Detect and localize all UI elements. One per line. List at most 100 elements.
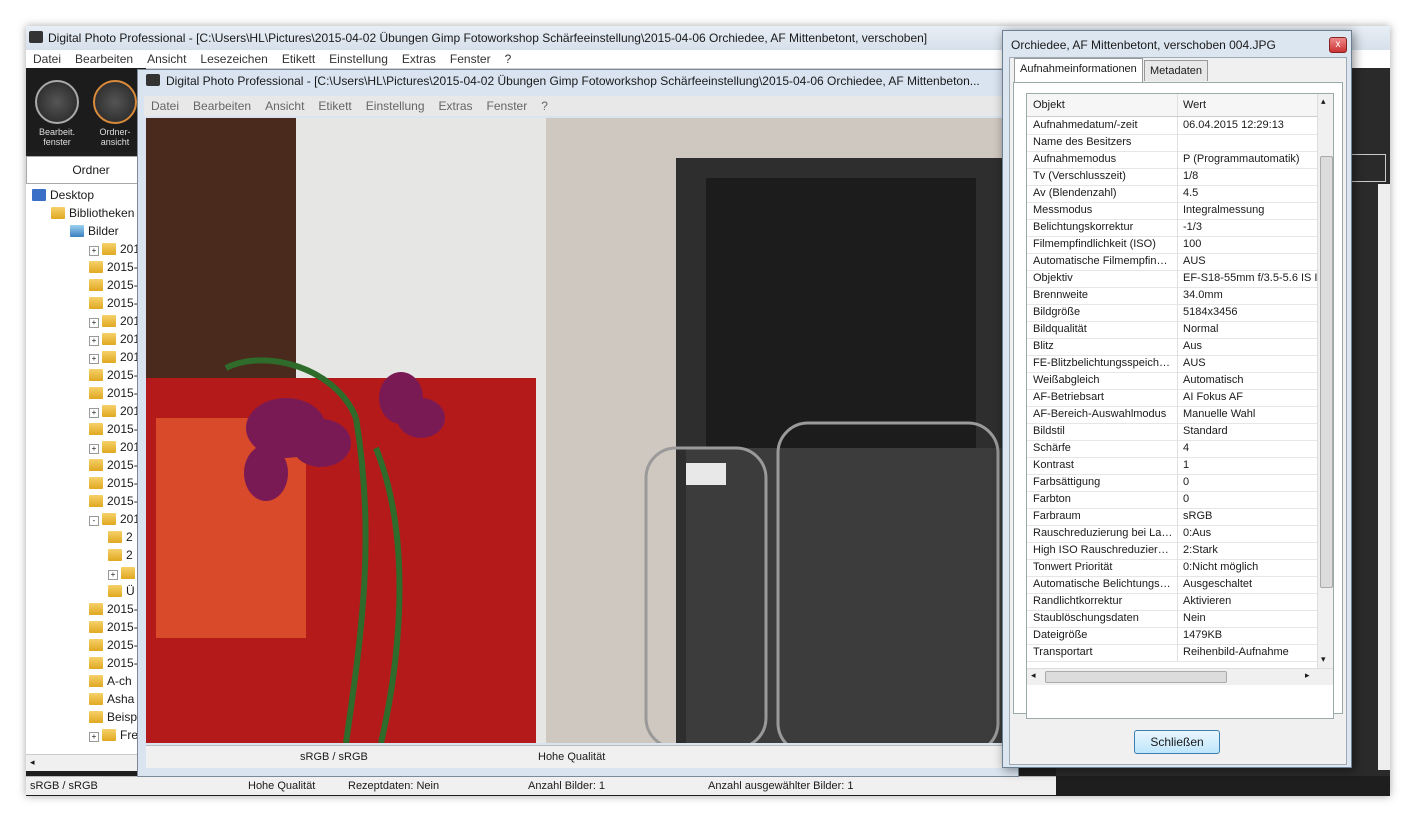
info-row[interactable]: High ISO Rauschreduzierung 2:Stark <box>1027 542 1317 560</box>
hscroll-thumb[interactable] <box>1045 671 1227 683</box>
main-menu-item[interactable]: Extras <box>395 50 443 68</box>
info-row[interactable]: Messmodus Integralmessung <box>1027 202 1317 220</box>
close-icon[interactable]: x <box>1329 37 1347 53</box>
tree-item[interactable]: 2015- <box>89 618 138 636</box>
scroll-right-icon[interactable]: ▸ <box>1305 670 1310 681</box>
tree-item[interactable]: Ü <box>108 582 135 600</box>
grid-vertical-scrollbar[interactable]: ▴ ▾ <box>1317 94 1333 668</box>
tree-item[interactable]: Bibliotheken <box>51 204 134 222</box>
tree-item[interactable]: Beisp <box>89 708 137 726</box>
tree-item[interactable]: Desktop <box>32 186 94 204</box>
tree-item[interactable]: 2015- <box>89 294 138 312</box>
tree-item[interactable]: 2015- <box>89 258 138 276</box>
main-menu-item[interactable]: Datei <box>26 50 68 68</box>
tree-item[interactable]: 2015- <box>89 474 138 492</box>
scroll-left-icon[interactable]: ◂ <box>30 757 35 768</box>
expand-icon[interactable]: + <box>89 732 99 742</box>
info-row[interactable]: Tv (Verschlusszeit) 1/8 <box>1027 168 1317 186</box>
tree-item[interactable]: +2015- <box>89 348 142 366</box>
edit-menu-item[interactable]: ? <box>534 96 555 116</box>
tree-item[interactable]: 2015- <box>89 384 138 402</box>
edit-window-button[interactable]: Bearbeit. fenster <box>34 80 80 147</box>
edit-menu-item[interactable]: Etikett <box>311 96 358 116</box>
tree-item[interactable]: +2015- <box>89 240 142 258</box>
tree-item[interactable]: A-ch <box>89 672 132 690</box>
preview-tab[interactable] <box>1350 154 1386 182</box>
scroll-thumb[interactable] <box>1320 156 1333 588</box>
main-menu-item[interactable]: Einstellung <box>322 50 395 68</box>
info-row[interactable]: Farbton 0 <box>1027 491 1317 509</box>
tree-item[interactable]: +2015- <box>89 330 142 348</box>
tab-shooting-info[interactable]: Aufnahmeinformationen <box>1014 58 1143 82</box>
info-row[interactable]: Transportart Reihenbild-Aufnahme <box>1027 644 1317 662</box>
info-row[interactable]: Farbsättigung 0 <box>1027 474 1317 492</box>
tree-item[interactable]: -2015- <box>89 510 142 528</box>
preview-vertical-scrollbar[interactable] <box>1378 184 1390 770</box>
info-row[interactable]: Brennweite 34.0mm <box>1027 287 1317 305</box>
info-row[interactable]: Bildstil Standard <box>1027 423 1317 441</box>
info-row[interactable]: Kontrast 1 <box>1027 457 1317 475</box>
tree-item[interactable]: +2015- <box>89 438 142 456</box>
info-row[interactable]: Tonwert Priorität 0:Nicht möglich <box>1027 559 1317 577</box>
tree-item[interactable]: +2015- <box>89 312 142 330</box>
grid-horizontal-scrollbar[interactable]: ◂ ▸ <box>1027 668 1333 685</box>
tree-item[interactable]: 2015- <box>89 420 138 438</box>
edit-menu-item[interactable]: Datei <box>144 96 186 116</box>
scroll-down-icon[interactable]: ▾ <box>1321 654 1326 665</box>
tree-item[interactable]: +2015- <box>89 402 142 420</box>
expand-icon[interactable]: + <box>89 246 99 256</box>
scroll-left-icon[interactable]: ◂ <box>1031 670 1036 681</box>
tree-horizontal-scrollbar[interactable]: ◂ <box>26 754 142 771</box>
tree-item[interactable]: 2015- <box>89 654 138 672</box>
info-row[interactable]: Name des Besitzers <box>1027 134 1317 152</box>
info-row[interactable]: Av (Blendenzahl) 4.5 <box>1027 185 1317 203</box>
info-row[interactable]: Staublöschungsdaten Nein <box>1027 610 1317 628</box>
expand-icon[interactable]: + <box>89 318 99 328</box>
tree-item[interactable]: 2 <box>108 546 133 564</box>
info-row[interactable]: Objektiv EF-S18-55mm f/3.5-5.6 IS I <box>1027 270 1317 288</box>
scroll-up-icon[interactable]: ▴ <box>1321 96 1326 107</box>
info-row[interactable]: Rauschreduzierung bei Lan... 0:Aus <box>1027 525 1317 543</box>
tree-item[interactable]: 2015- <box>89 456 138 474</box>
info-row[interactable]: Aufnahmedatum/-zeit 06.04.2015 12:29:13 <box>1027 117 1317 135</box>
tree-item[interactable]: 2015- <box>89 492 138 510</box>
tree-item[interactable]: 2015- <box>89 636 138 654</box>
column-header-object[interactable]: Objekt <box>1033 94 1065 116</box>
info-row[interactable]: Bildqualität Normal <box>1027 321 1317 339</box>
tab-metadata[interactable]: Metadaten <box>1144 60 1208 81</box>
tree-item[interactable]: 2 <box>108 528 133 546</box>
tree-item[interactable]: +Freen <box>89 726 142 744</box>
main-menu-item[interactable]: Bearbeiten <box>68 50 140 68</box>
main-menu-item[interactable]: Ansicht <box>140 50 193 68</box>
close-button[interactable]: Schließen <box>1134 730 1220 754</box>
info-row[interactable]: Farbraum sRGB <box>1027 508 1317 526</box>
tree-item[interactable]: 2015- <box>89 276 138 294</box>
info-row[interactable]: Aufnahmemodus P (Programmautomatik) <box>1027 151 1317 169</box>
info-row[interactable]: Weißabgleich Automatisch <box>1027 372 1317 390</box>
info-row[interactable]: Belichtungskorrektur -1/3 <box>1027 219 1317 237</box>
tree-item[interactable]: Bilder <box>70 222 119 240</box>
column-header-value[interactable]: Wert <box>1183 94 1206 116</box>
edit-menu-item[interactable]: Einstellung <box>359 96 432 116</box>
expand-icon[interactable]: + <box>89 336 99 346</box>
info-row[interactable]: Automatische Belichtungso... Ausgeschalte… <box>1027 576 1317 594</box>
photo-preview[interactable] <box>146 118 1006 743</box>
edit-menu-item[interactable]: Bearbeiten <box>186 96 258 116</box>
info-row[interactable]: Randlichtkorrektur Aktivieren <box>1027 593 1317 611</box>
tree-item[interactable]: 2015- <box>89 366 138 384</box>
folder-view-button[interactable]: Ordner- ansicht <box>92 80 138 147</box>
info-row[interactable]: FE-Blitzbelichtungsspeicher... AUS <box>1027 355 1317 373</box>
collapse-icon[interactable]: - <box>89 516 99 526</box>
edit-menu-item[interactable]: Fenster <box>480 96 535 116</box>
info-row[interactable]: Filmempfindlichkeit (ISO) 100 <box>1027 236 1317 254</box>
info-row[interactable]: Schärfe 4 <box>1027 440 1317 458</box>
main-menu-item[interactable]: Lesezeichen <box>193 50 274 68</box>
info-row[interactable]: Bildgröße 5184x3456 <box>1027 304 1317 322</box>
expand-icon[interactable]: + <box>89 444 99 454</box>
info-row[interactable]: Automatische Filmempfindli... AUS <box>1027 253 1317 271</box>
info-row[interactable]: Blitz Aus <box>1027 338 1317 356</box>
expand-icon[interactable]: + <box>89 354 99 364</box>
edit-menu-item[interactable]: Extras <box>432 96 480 116</box>
edit-menu-item[interactable]: Ansicht <box>258 96 311 116</box>
expand-icon[interactable]: + <box>108 570 118 580</box>
